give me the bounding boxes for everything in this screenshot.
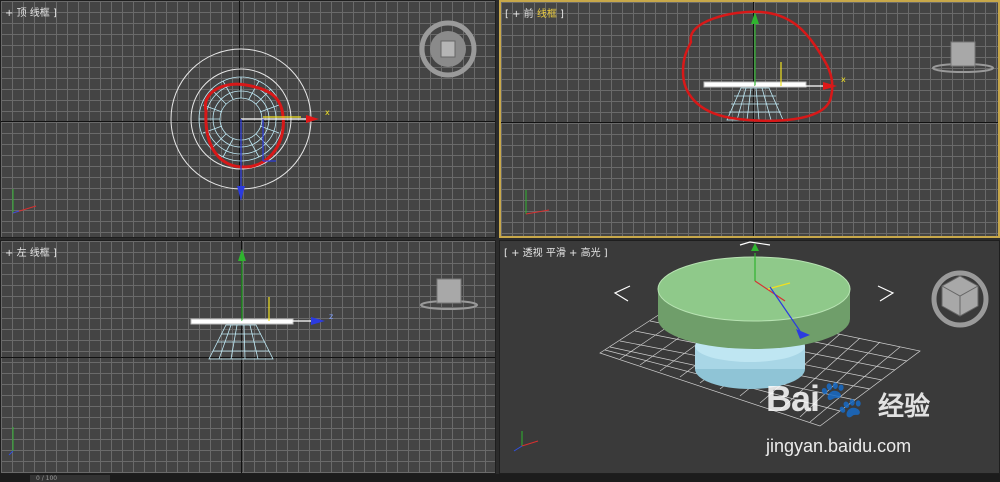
label-mode[interactable]: 线框 xyxy=(30,8,50,19)
gizmo-x-arrow xyxy=(306,115,319,123)
gizmo-x-arrow xyxy=(823,82,837,90)
viewport-label-top[interactable]: + 顶 线框 ] xyxy=(5,4,57,19)
viewport-label-left[interactable]: + 左 线框 ] xyxy=(5,244,57,259)
axis-tripod xyxy=(12,189,37,214)
gizmo-z-arrow xyxy=(237,186,245,201)
gizmo-z-label: z xyxy=(329,312,333,321)
label-bracket: ] xyxy=(52,248,57,259)
watermark: Bai🐾 经验 jingyan.baidu.com xyxy=(760,372,1000,462)
label-mode[interactable]: 线框 xyxy=(30,248,50,259)
left-scene: z xyxy=(8,249,478,456)
label-plus[interactable]: [ + xyxy=(504,248,523,259)
label-view[interactable]: 顶 xyxy=(17,8,27,19)
gizmo-x-label: x xyxy=(325,108,330,117)
label-bracket: ] xyxy=(52,8,57,19)
viewport-left[interactable]: + 左 线框 ] z xyxy=(0,240,496,474)
label-view[interactable]: 左 xyxy=(17,248,27,259)
wireframe-base xyxy=(208,324,274,360)
watermark-brand: 经验 xyxy=(878,392,931,422)
viewport-label-front[interactable]: [ + 前 线框 ] xyxy=(505,5,564,20)
viewcube[interactable] xyxy=(931,270,989,328)
label-bracket: ] xyxy=(600,248,608,259)
status-bar xyxy=(0,474,1000,482)
label-view[interactable]: 透视 xyxy=(523,248,543,259)
label-mode[interactable]: 线框 xyxy=(537,9,557,20)
gizmo-y-arrow xyxy=(238,249,246,261)
watermark-url: jingyan.baidu.com xyxy=(766,436,912,456)
label-bracket: ] xyxy=(556,9,564,20)
label-plus[interactable]: + xyxy=(5,248,17,259)
viewcube[interactable] xyxy=(419,20,477,78)
viewcube[interactable] xyxy=(932,41,994,73)
axis-tripod xyxy=(525,190,550,215)
viewport-front[interactable]: [ + 前 线框 ] x xyxy=(499,0,1000,238)
svg-text:x: x xyxy=(841,75,846,84)
axis-tripod xyxy=(8,427,14,456)
viewport-top[interactable]: + 顶 线框 ] x xyxy=(0,0,496,238)
timeline-slider[interactable]: 0 / 100 xyxy=(30,475,110,482)
timeline-text: 0 / 100 xyxy=(36,475,58,482)
viewcube[interactable] xyxy=(420,278,478,310)
gizmo-z-arrow xyxy=(311,317,325,325)
label-plus[interactable]: [ + xyxy=(505,9,524,20)
table-top xyxy=(657,256,851,322)
label-view[interactable]: 前 xyxy=(524,9,534,20)
watermark-logo: Bai🐾 xyxy=(766,378,864,419)
wireframe-base xyxy=(726,87,784,121)
label-plus[interactable]: + xyxy=(5,8,17,19)
top-scene: x xyxy=(12,20,477,214)
front-scene: x xyxy=(525,10,994,215)
gizmo-y-arrow xyxy=(751,12,759,24)
viewport-label-perspective[interactable]: [ + 透视 平滑 + 高光 ] xyxy=(504,244,608,259)
red-annotation xyxy=(203,82,285,169)
axis-tripod xyxy=(513,431,539,452)
label-mode[interactable]: 平滑 + 高光 xyxy=(546,248,601,259)
